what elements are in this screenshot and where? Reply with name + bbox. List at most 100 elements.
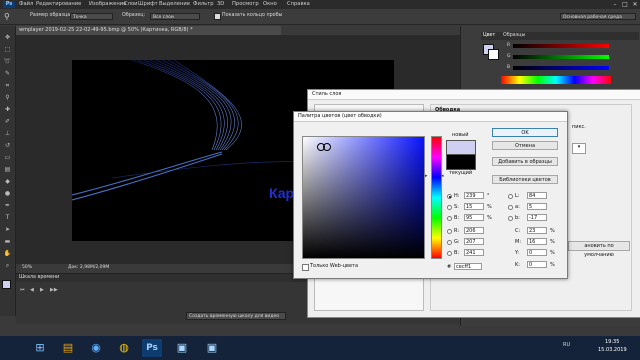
radio-lightness[interactable] — [508, 194, 513, 199]
green-field[interactable]: 207 — [464, 238, 484, 245]
radio-brightness[interactable] — [447, 216, 452, 221]
hue-slider-left-arrow-icon[interactable]: ▸ — [425, 173, 428, 179]
menu-3d[interactable]: 3D — [217, 1, 224, 8]
saturation-field[interactable]: 15 — [464, 203, 484, 210]
cancel-button[interactable]: Отмена — [492, 141, 558, 150]
radio-saturation[interactable] — [447, 205, 452, 210]
green-slider[interactable] — [513, 55, 609, 59]
play-icon[interactable]: ▶ — [40, 287, 44, 293]
eraser-tool-icon[interactable]: ▭ — [3, 154, 12, 161]
radio-blue[interactable] — [447, 251, 452, 256]
image-viewer-2-icon[interactable]: ▣ — [202, 338, 222, 358]
current-color-swatch[interactable] — [446, 154, 476, 170]
a-field[interactable]: 5 — [527, 203, 547, 210]
color-panel-background[interactable] — [488, 49, 499, 60]
healing-tool-icon[interactable]: ✚ — [3, 106, 12, 113]
cyan-field[interactable]: 23 — [527, 227, 547, 234]
gradient-tool-icon[interactable]: ▤ — [3, 166, 12, 173]
radio-red[interactable] — [447, 229, 452, 234]
blue-slider[interactable] — [513, 66, 609, 70]
eyedropper-icon[interactable]: ⚲ — [4, 12, 20, 21]
red-slider[interactable] — [513, 44, 609, 48]
color-field[interactable] — [302, 136, 425, 259]
menu-window[interactable]: Окно — [263, 1, 277, 8]
first-frame-icon[interactable]: ⏮ — [20, 287, 25, 293]
next-frame-icon[interactable]: ▶▶ — [50, 287, 58, 293]
radio-hue[interactable] — [447, 194, 452, 199]
web-colors-checkbox[interactable] — [302, 264, 309, 271]
chrome-icon[interactable]: ◍ — [114, 338, 134, 358]
lasso-tool-icon[interactable]: ➰ — [3, 58, 12, 65]
stroke-position-dropdown[interactable]: ▾ — [572, 143, 586, 154]
yellow-field[interactable]: 0 — [527, 249, 547, 256]
brush-tool-icon[interactable]: ✐ — [3, 118, 12, 125]
path-select-tool-icon[interactable]: ➤ — [3, 226, 12, 233]
quick-select-tool-icon[interactable]: ✎ — [3, 70, 12, 77]
radio-green[interactable] — [447, 240, 452, 245]
photoshop-taskbar-icon[interactable]: Ps — [142, 339, 162, 357]
menu-file[interactable]: Файл — [19, 1, 33, 8]
tab-swatches[interactable]: Образцы — [503, 33, 525, 38]
blur-tool-icon[interactable]: ◆ — [3, 178, 12, 185]
zoom-level[interactable]: 50% — [22, 264, 32, 272]
tab-color[interactable]: Цвет — [483, 33, 495, 38]
document-tab[interactable]: wmplayer 2019-02-25 22-02-49-95.bmp @ 50… — [16, 26, 281, 35]
marquee-tool-icon[interactable]: ⬚ — [3, 46, 12, 53]
menu-edit[interactable]: Редактирование — [36, 1, 81, 8]
language-indicator[interactable]: RU — [563, 342, 570, 348]
menu-filter[interactable]: Фильтр — [193, 1, 214, 8]
pen-tool-icon[interactable]: ✒ — [3, 202, 12, 209]
menu-layers[interactable]: Слои — [124, 1, 137, 8]
red-field[interactable]: 206 — [464, 227, 484, 234]
reset-to-default-button[interactable]: ановить по умолчанию — [568, 241, 630, 258]
sample-size-select[interactable]: Точка — [70, 13, 113, 20]
add-to-swatches-button[interactable]: Добавить в образцы — [492, 157, 558, 166]
hand-tool-icon[interactable]: ✋ — [3, 250, 12, 257]
crop-tool-icon[interactable]: ⌗ — [3, 82, 12, 89]
spectrum-bar[interactable] — [501, 76, 611, 84]
menu-view[interactable]: Просмотр — [232, 1, 259, 8]
shape-tool-icon[interactable]: ▬ — [3, 238, 12, 245]
color-picker-dialog: Палитра цветов (цвет обводки) ▸ ◂ новый … — [293, 111, 568, 279]
menu-image[interactable]: Изображение — [89, 1, 126, 8]
black-field[interactable]: 0 — [527, 261, 547, 268]
menu-type[interactable]: Шрифт — [138, 1, 158, 8]
lightness-field[interactable]: 84 — [527, 192, 547, 199]
hue-slider-right-arrow-icon[interactable]: ◂ — [441, 173, 444, 179]
image-viewer-icon[interactable]: ▣ — [172, 338, 192, 358]
sample-select[interactable]: Все слои — [150, 13, 200, 20]
photoshop-logo: Ps — [3, 1, 15, 8]
menu-help[interactable]: Справка — [287, 1, 310, 8]
media-player-icon[interactable]: ◉ — [86, 338, 106, 358]
file-explorer-icon[interactable]: ▤ — [58, 338, 78, 358]
b-field[interactable]: -17 — [527, 214, 547, 221]
dodge-tool-icon[interactable]: ● — [3, 190, 12, 197]
move-tool-icon[interactable]: ✥ — [3, 34, 12, 41]
brightness-field[interactable]: 95 — [464, 214, 484, 221]
type-tool-icon[interactable]: T — [3, 214, 12, 221]
minimize-icon[interactable]: – — [610, 0, 620, 9]
blue-field[interactable]: 241 — [464, 249, 484, 256]
color-libraries-button[interactable]: Библиотеки цветов — [492, 175, 558, 184]
create-video-timeline-button[interactable]: Создать временную шкалу для видео — [186, 312, 286, 320]
menu-select[interactable]: Выделение — [159, 1, 190, 8]
ok-button[interactable]: OK — [492, 128, 558, 137]
hue-field[interactable]: 239 — [464, 192, 484, 199]
radio-a[interactable] — [508, 205, 513, 210]
workspace-select[interactable]: Основная рабочая среда — [560, 13, 636, 20]
close-icon[interactable]: ✕ — [630, 0, 640, 9]
hex-field[interactable]: cecff1 — [454, 263, 482, 270]
show-ring-checkbox[interactable] — [214, 13, 221, 20]
eyedropper-tool-icon[interactable]: ⚲ — [3, 94, 12, 101]
history-brush-tool-icon[interactable]: ↺ — [3, 142, 12, 149]
zoom-tool-icon[interactable]: ⌕ — [3, 262, 12, 269]
stamp-tool-icon[interactable]: ⊥ — [3, 130, 12, 137]
previous-frame-icon[interactable]: ◀ — [30, 287, 34, 293]
slider-label-r: R — [507, 43, 511, 48]
start-button-icon[interactable]: ⊞ — [30, 338, 50, 358]
foreground-color-swatch[interactable] — [2, 280, 11, 289]
magenta-field[interactable]: 16 — [527, 238, 547, 245]
radio-b[interactable] — [508, 216, 513, 221]
hue-slider[interactable] — [431, 136, 442, 259]
maximize-icon[interactable]: □ — [620, 0, 630, 9]
